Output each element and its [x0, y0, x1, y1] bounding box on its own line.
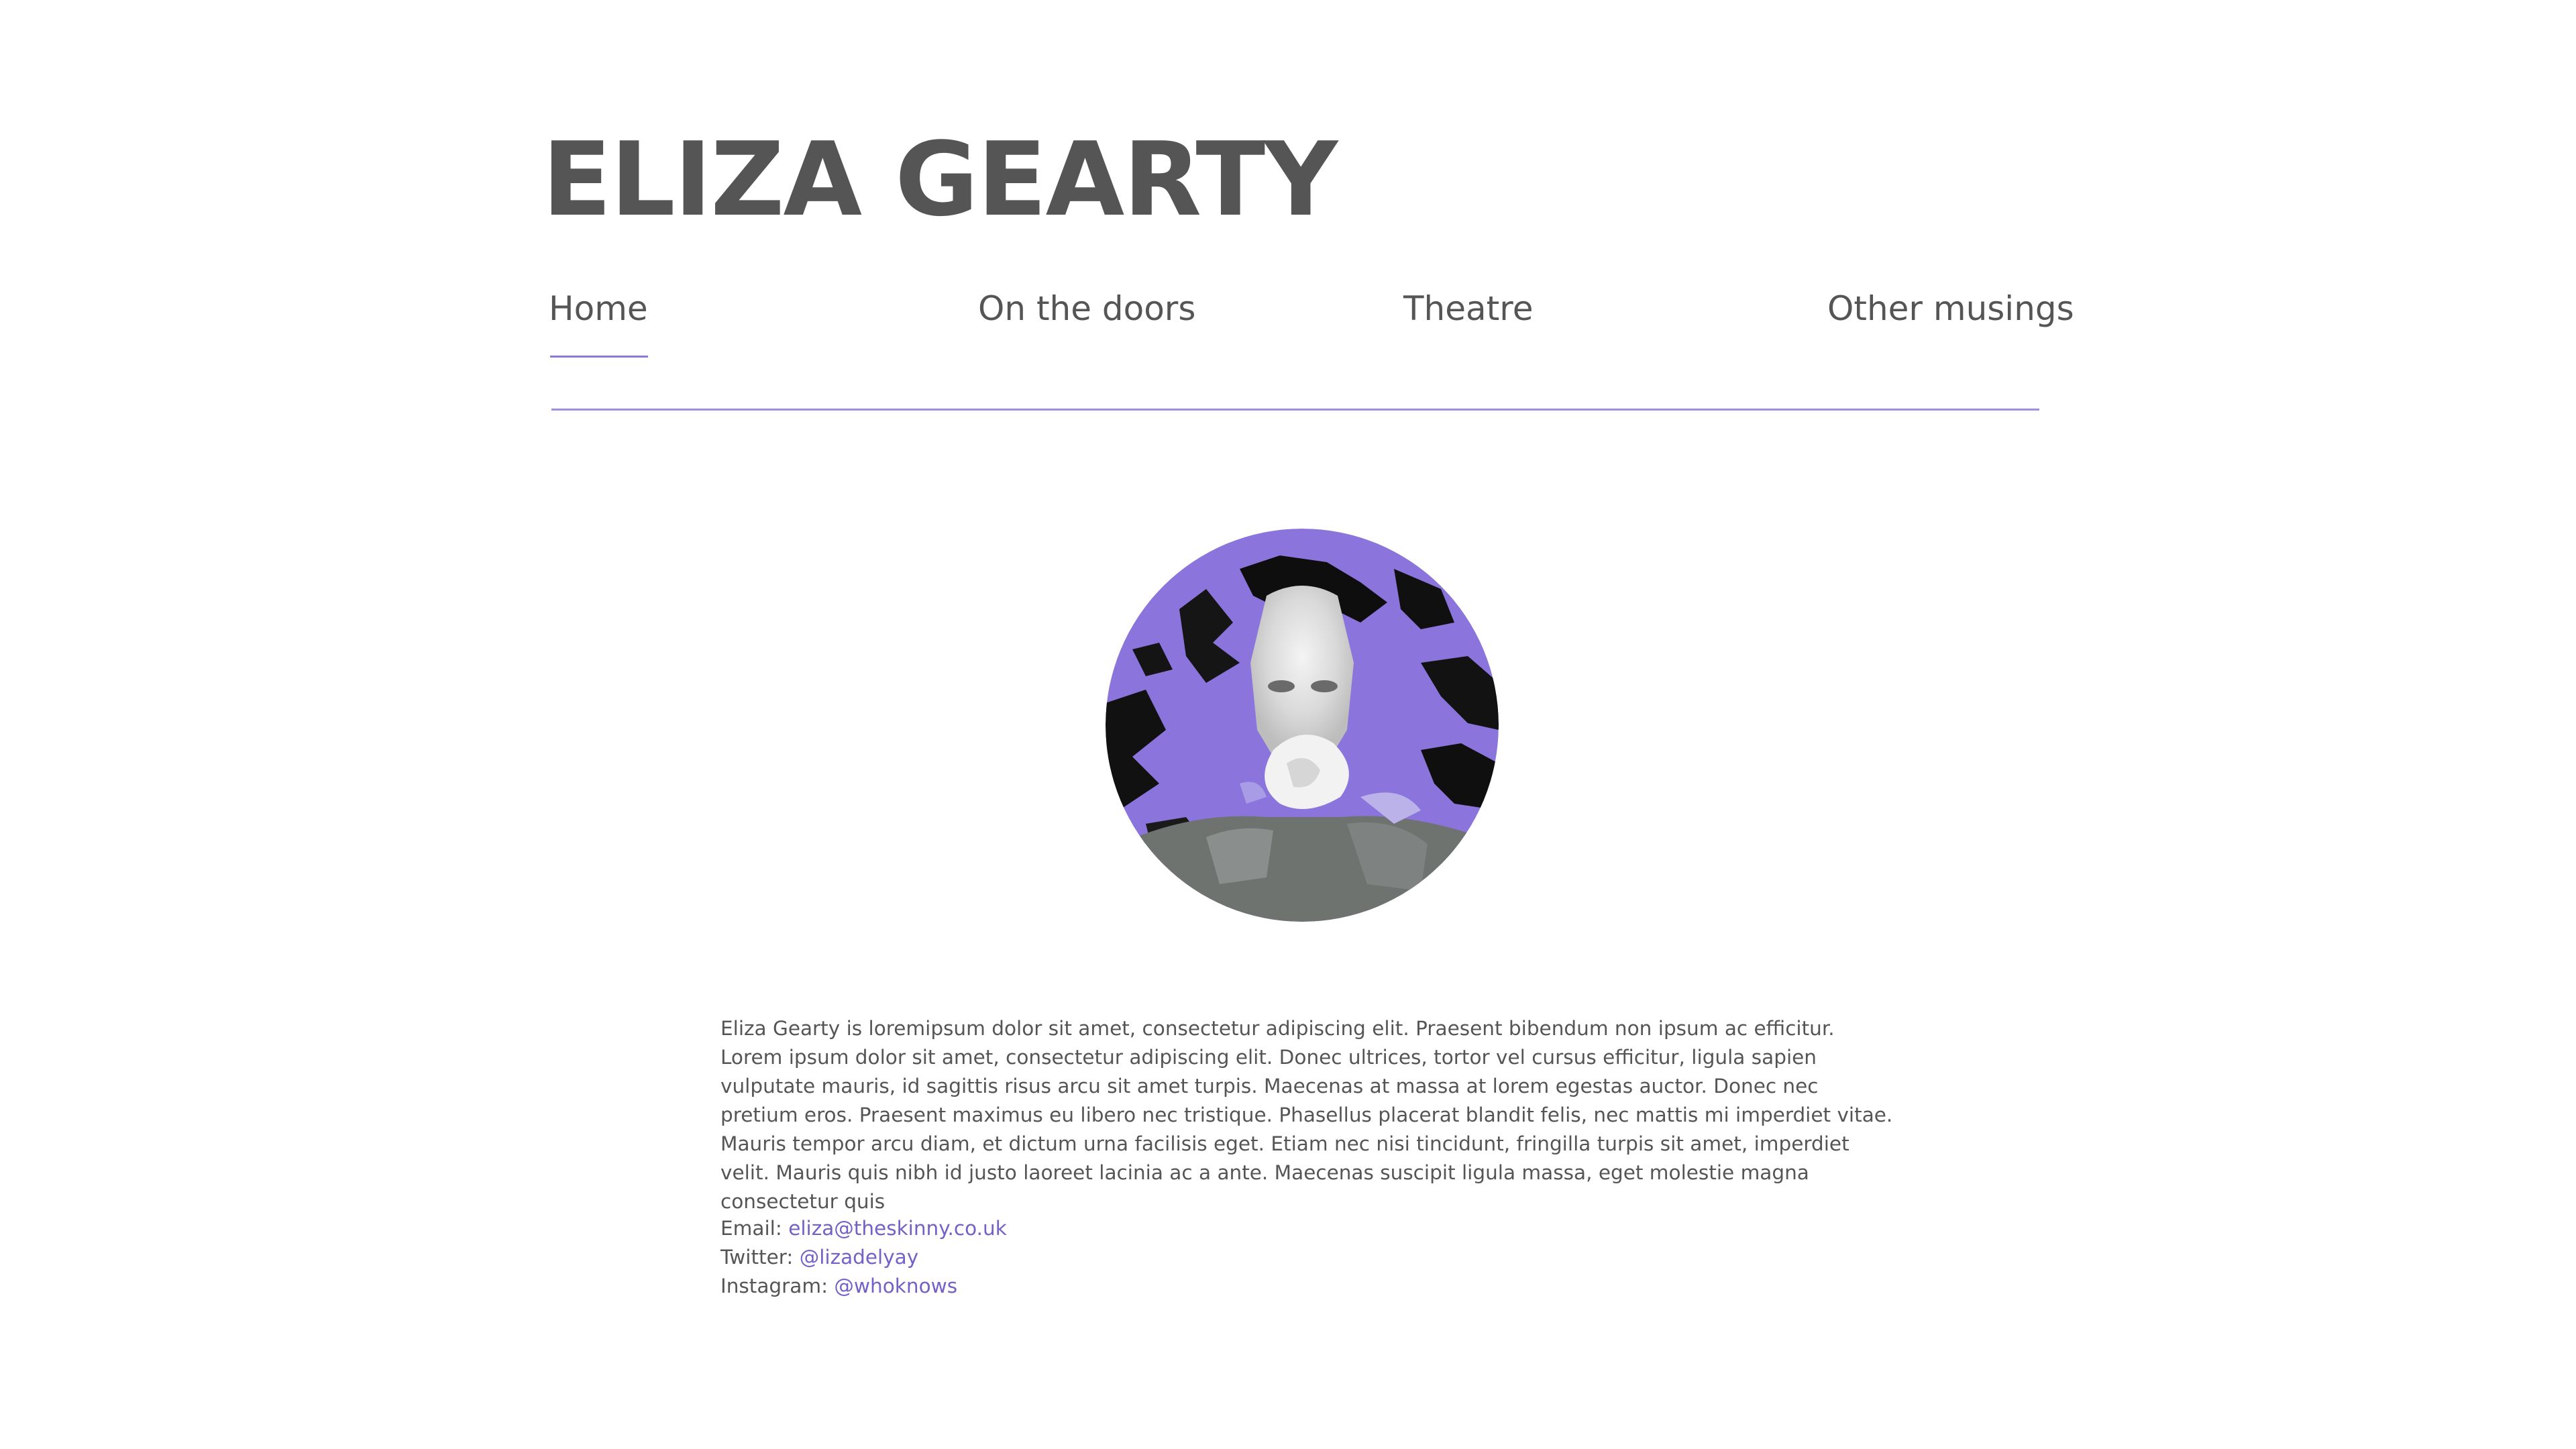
- profile-photo: [1106, 529, 1499, 922]
- bio-text: Eliza Gearty is loremipsum dolor sit ame…: [720, 1017, 1893, 1213]
- contact-twitter-row: Twitter: @lizadelyay: [720, 1243, 1007, 1272]
- instagram-link[interactable]: @whoknows: [834, 1275, 957, 1297]
- main-nav: Home On the doors Theatre Other musings: [549, 282, 2074, 362]
- nav-home[interactable]: Home: [549, 282, 648, 358]
- twitter-link[interactable]: @lizadelyay: [800, 1246, 919, 1269]
- nav-on-the-doors[interactable]: On the doors: [978, 282, 1195, 335]
- site-title: ELIZA GEARTY: [542, 120, 1338, 239]
- twitter-label: Twitter:: [720, 1246, 794, 1269]
- portrait-photo-icon: [1106, 529, 1499, 922]
- instagram-label: Instagram:: [720, 1275, 828, 1297]
- nav-other-musings[interactable]: Other musings: [1827, 282, 2074, 335]
- nav-theatre[interactable]: Theatre: [1403, 282, 1533, 335]
- contact-email-row: Email: eliza@theskinny.co.uk: [720, 1214, 1007, 1243]
- contact-instagram-row: Instagram: @whoknows: [720, 1272, 1007, 1301]
- email-label: Email:: [720, 1217, 782, 1240]
- contact-list: Email: eliza@theskinny.co.uk Twitter: @l…: [720, 1214, 1007, 1301]
- email-link[interactable]: eliza@theskinny.co.uk: [788, 1217, 1007, 1240]
- nav-divider: [551, 409, 2039, 411]
